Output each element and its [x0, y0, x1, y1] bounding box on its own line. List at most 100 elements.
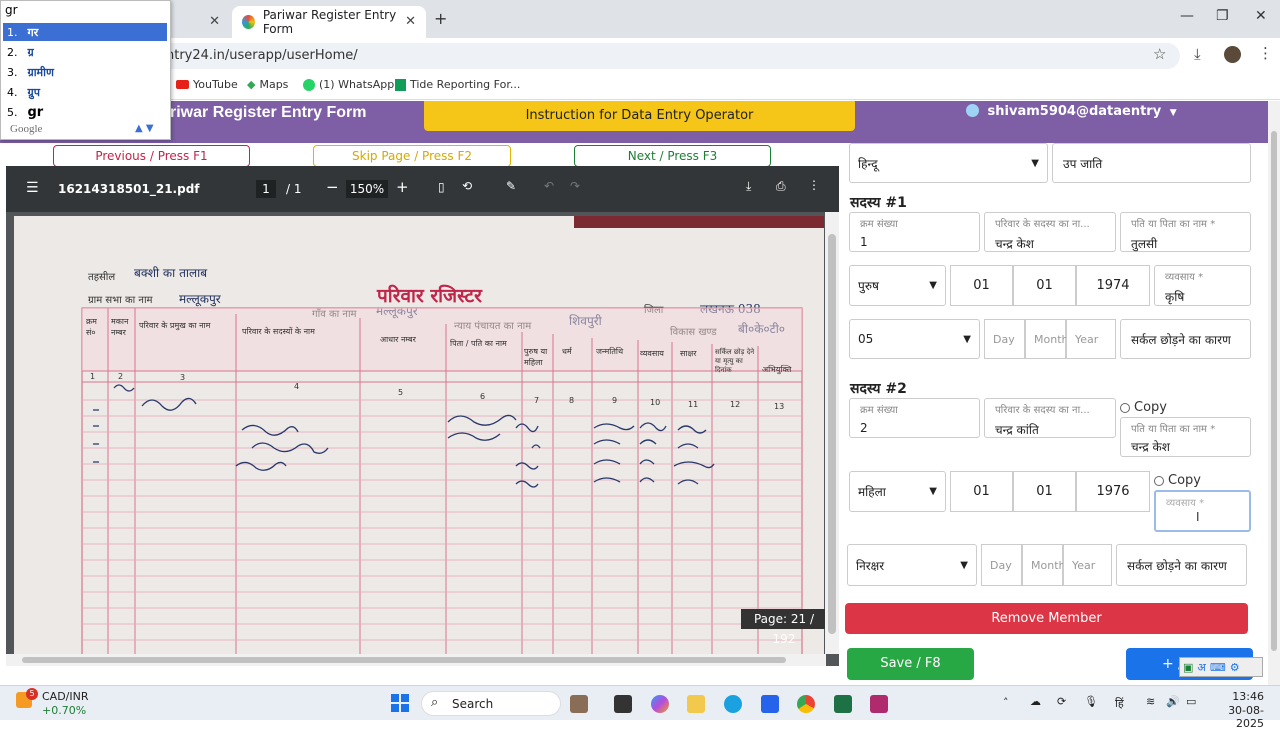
- leave-year-input[interactable]: Year: [1066, 319, 1116, 359]
- radio-icon[interactable]: [1120, 402, 1130, 413]
- download-icon[interactable]: ⤓: [1194, 45, 1201, 63]
- ime-toolbar[interactable]: ▣ अ ⌨ ⚙: [1179, 657, 1263, 677]
- dob-year-input[interactable]: 1976: [1076, 471, 1150, 512]
- zoom-in-icon[interactable]: +: [396, 178, 409, 196]
- dob-month-input[interactable]: 01: [1013, 265, 1076, 306]
- ime-candidate[interactable]: 4. ग्रुप: [3, 83, 167, 101]
- leave-reason-input[interactable]: सर्कल छोड़ने का कारण: [1116, 544, 1247, 586]
- skip-button[interactable]: Skip Page / Press F2: [313, 145, 511, 167]
- user-menu[interactable]: shivam5904@dataentry ▼: [966, 104, 1177, 119]
- dob-day-input[interactable]: 01: [950, 265, 1013, 306]
- gender-select[interactable]: पुरुष ▼: [849, 265, 946, 306]
- excel-icon[interactable]: [834, 695, 852, 713]
- undo-icon[interactable]: ↶: [544, 179, 554, 193]
- leave-reason-input[interactable]: सर्कल छोड़ने का कारण: [1120, 319, 1251, 359]
- download-icon[interactable]: ⤓: [746, 179, 751, 194]
- chevron-up-icon[interactable]: ˄: [1003, 696, 1009, 709]
- clock-date[interactable]: 30-08-2025: [1202, 704, 1264, 730]
- ime-page-arrows[interactable]: ▲ ▼: [135, 123, 154, 134]
- pdf-horizontal-scrollbar[interactable]: [6, 654, 826, 666]
- scroll-thumb[interactable]: [1271, 131, 1277, 651]
- bookmark-whatsapp[interactable]: (1) WhatsApp: [303, 78, 394, 91]
- page-number-input[interactable]: 1: [256, 180, 276, 198]
- religion-select[interactable]: हिन्दू ▼: [849, 143, 1048, 183]
- bookmark-youtube[interactable]: YouTube: [176, 78, 238, 91]
- remove-member-button[interactable]: Remove Member: [845, 603, 1248, 634]
- close-icon[interactable]: ✕: [405, 14, 416, 29]
- zoom-input[interactable]: 150%: [346, 180, 388, 198]
- pdf-vertical-scrollbar[interactable]: [825, 212, 839, 654]
- gender-select[interactable]: महिला ▼: [849, 471, 946, 512]
- serial-field[interactable]: क्रम संख्या 1: [849, 212, 980, 252]
- close-icon[interactable]: ✕: [209, 14, 220, 29]
- leave-day-input[interactable]: Day: [981, 544, 1022, 586]
- close-window-icon[interactable]: ✕: [1255, 8, 1267, 24]
- serial-field[interactable]: क्रम संख्या 2: [849, 398, 980, 438]
- bookmark-tide[interactable]: Tide Reporting For...: [395, 78, 520, 91]
- keyboard-icon[interactable]: ▣: [1183, 661, 1193, 674]
- leave-month-input[interactable]: Month: [1025, 319, 1068, 359]
- language-indicator[interactable]: हिं: [1115, 696, 1124, 711]
- tab-inactive[interactable]: ✕: [168, 6, 230, 38]
- ime-candidate[interactable]: 2. ग्र: [3, 43, 167, 61]
- copy-occupation-radio[interactable]: Copy: [1154, 473, 1201, 488]
- leave-month-input[interactable]: Month: [1022, 544, 1065, 586]
- microphone-icon[interactable]: 🎙: [1084, 695, 1098, 708]
- cloud-icon[interactable]: ☁: [1030, 695, 1041, 708]
- edge-icon[interactable]: [724, 695, 742, 713]
- menu-kebab-icon[interactable]: ⋮: [1258, 44, 1273, 62]
- zoom-out-icon[interactable]: −: [326, 178, 339, 196]
- store-icon[interactable]: [761, 695, 779, 713]
- radio-icon[interactable]: [1154, 475, 1164, 486]
- scroll-thumb[interactable]: [22, 657, 786, 663]
- save-button[interactable]: Save / F8: [847, 648, 974, 680]
- leave-day-input[interactable]: Day: [984, 319, 1025, 359]
- volume-icon[interactable]: 🔊: [1166, 695, 1180, 708]
- url-input[interactable]: ntry24.in/userapp/userHome/: [120, 43, 1180, 69]
- copy-father-radio[interactable]: Copy: [1120, 400, 1167, 415]
- scroll-thumb[interactable]: [828, 234, 836, 634]
- education-select[interactable]: 05 ▼: [849, 319, 980, 359]
- battery-icon[interactable]: ▭: [1186, 695, 1196, 708]
- windows-start-icon[interactable]: [391, 694, 409, 712]
- bookmark-maps[interactable]: ◆ Maps: [247, 78, 288, 91]
- member-name-field[interactable]: परिवार के सदस्य का ना... चन्द्र कांति: [984, 398, 1116, 438]
- next-button[interactable]: Next / Press F3: [574, 145, 771, 167]
- maximize-icon[interactable]: ❐: [1216, 8, 1229, 24]
- clock-time[interactable]: 13:46: [1212, 690, 1264, 703]
- terminal-icon[interactable]: [614, 695, 632, 713]
- keyboard-icon[interactable]: ⌨: [1210, 661, 1226, 674]
- more-icon[interactable]: ⋮: [808, 178, 820, 192]
- wifi-icon[interactable]: ≋: [1146, 695, 1155, 708]
- annotate-icon[interactable]: ✎: [506, 179, 516, 193]
- file-explorer-icon[interactable]: [687, 695, 705, 713]
- rotate-icon[interactable]: ⟲: [462, 179, 472, 193]
- subcaste-input[interactable]: उप जाति: [1052, 143, 1251, 183]
- tab-active[interactable]: Pariwar Register Entry Form ✕: [232, 6, 426, 38]
- minimize-icon[interactable]: —: [1180, 8, 1194, 24]
- sync-icon[interactable]: ⟳: [1057, 695, 1066, 708]
- settings-icon[interactable]: ⚙: [1230, 661, 1240, 674]
- occupation-field[interactable]: व्यवसाय * I: [1154, 490, 1251, 532]
- taskbar-search[interactable]: ⌕ Search: [421, 691, 561, 716]
- occupation-field[interactable]: व्यवसाय * कृषि: [1154, 265, 1251, 306]
- education-select[interactable]: निरक्षर ▼: [847, 544, 977, 586]
- previous-button[interactable]: Previous / Press F1: [53, 145, 250, 167]
- print-icon[interactable]: ⎙: [776, 179, 786, 194]
- ime-candidate[interactable]: 3. ग्रामीण: [3, 63, 167, 81]
- instruction-button[interactable]: Instruction for Data Entry Operator: [424, 101, 855, 131]
- snipping-tool-icon[interactable]: [870, 695, 888, 713]
- dob-month-input[interactable]: 01: [1013, 471, 1076, 512]
- chrome-icon[interactable]: [797, 695, 815, 713]
- father-name-field[interactable]: पति या पिता का नाम * चन्द्र केश: [1120, 417, 1251, 457]
- dob-day-input[interactable]: 01: [950, 471, 1013, 512]
- avatar-app-icon[interactable]: [570, 695, 588, 713]
- member-name-field[interactable]: परिवार के सदस्य का ना... चन्द्र केश: [984, 212, 1116, 252]
- redo-icon[interactable]: ↷: [570, 179, 580, 193]
- fit-page-icon[interactable]: ▯: [438, 180, 445, 194]
- ime-candidate[interactable]: 1. गर: [3, 23, 167, 41]
- dob-year-input[interactable]: 1974: [1076, 265, 1150, 306]
- menu-icon[interactable]: ☰: [26, 180, 39, 196]
- copilot-icon[interactable]: [651, 695, 669, 713]
- pdf-viewport[interactable]: परिवार रजिस्टर तहसील बक्शी का तालाब ग्रा…: [6, 212, 839, 666]
